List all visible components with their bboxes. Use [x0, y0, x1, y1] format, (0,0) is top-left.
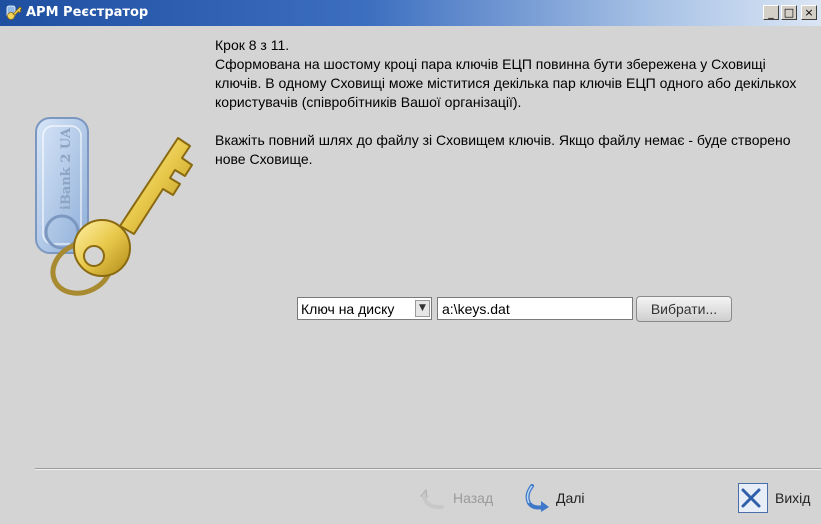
back-arrow-icon [420, 488, 444, 510]
exit-icon-box [738, 483, 768, 513]
next-arrow-icon [525, 484, 549, 512]
maximize-icon: □ [783, 6, 795, 19]
footer-separator [35, 468, 821, 470]
key-path-input[interactable] [437, 297, 633, 320]
exit-button[interactable]: Вихід [738, 482, 810, 514]
storage-type-value: Ключ на диску [301, 301, 395, 317]
instructions-step: Крок 8 з 11. Сформована на шостому кроці… [215, 36, 805, 112]
next-button[interactable]: Далі [521, 482, 585, 514]
minimize-button[interactable]: _ [763, 5, 779, 20]
exit-label: Вихід [775, 490, 811, 506]
storage-type-select[interactable]: Ключ на диску ▼ [297, 297, 432, 320]
close-button[interactable]: × [801, 5, 817, 20]
minimize-icon: _ [768, 6, 774, 19]
back-label: Назад [453, 490, 494, 506]
instructions-paragraph-1: Сформована на шостому кроці пара ключів … [215, 56, 797, 110]
instructions: Крок 8 з 11. Сформована на шостому кроці… [215, 36, 805, 169]
title-bar[interactable]: АРМ Реєстратор _ □ × [0, 0, 821, 26]
close-x-icon [741, 488, 760, 508]
close-icon: × [804, 6, 814, 19]
ibank-key-logo: iBank 2 UA [35, 117, 193, 296]
browse-button[interactable]: Вибрати... [636, 296, 732, 322]
chevron-down-icon[interactable]: ▼ [415, 300, 430, 317]
maximize-button[interactable]: □ [781, 5, 797, 20]
step-text: Крок 8 з 11. [215, 37, 290, 53]
back-button[interactable]: Назад [418, 482, 493, 514]
instructions-paragraph-2: Вкажіть повний шлях до файлу зі Сховищем… [215, 132, 791, 167]
app-window: АРМ Реєстратор _ □ × iBank 2 UA Крок 8 з [0, 0, 821, 524]
window-title: АРМ Реєстратор [26, 5, 149, 20]
key-icon [6, 5, 23, 20]
logo-tag-text: iBank 2 UA [59, 127, 74, 210]
next-label: Далі [556, 490, 585, 506]
